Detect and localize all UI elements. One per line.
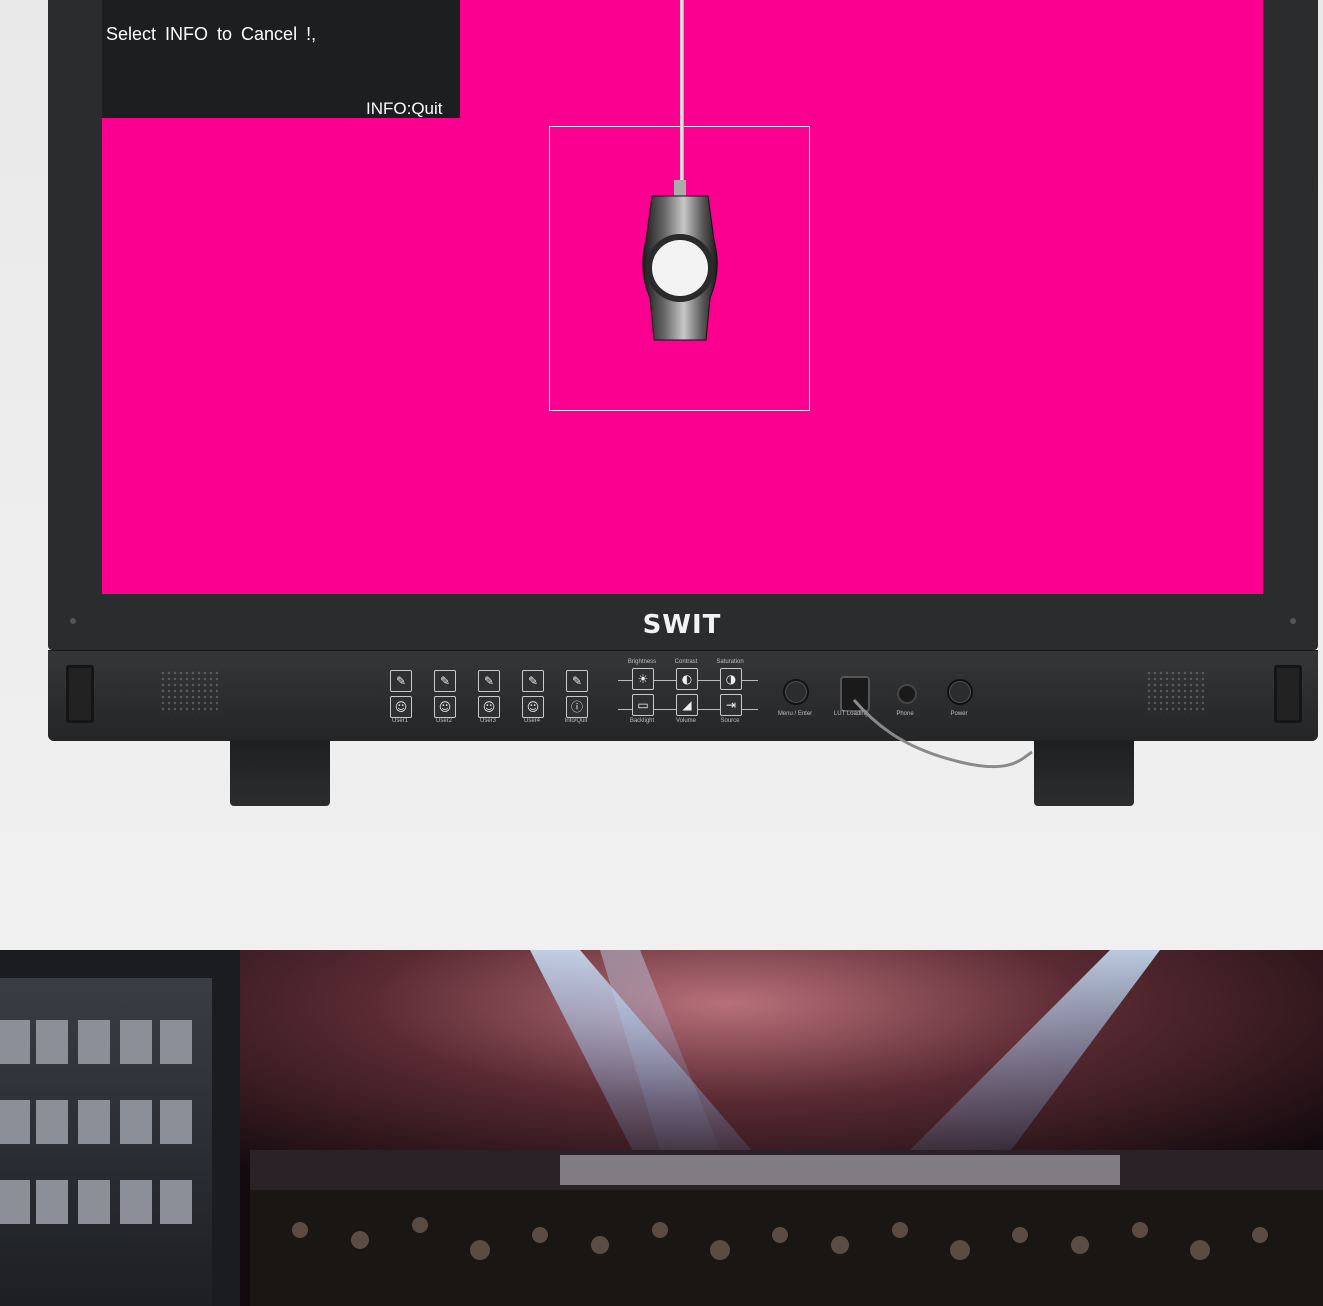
user3-edit-button[interactable]: ✎ — [478, 670, 500, 692]
usb-cable — [852, 699, 1033, 769]
backlight-button[interactable]: ▭ — [632, 694, 654, 716]
user4-edit-button[interactable]: ✎ — [522, 670, 544, 692]
menu-enter-label: Menu / Enter — [777, 711, 813, 717]
brightness-label: Brightness — [627, 659, 657, 665]
volume-button[interactable]: ◢ — [676, 694, 698, 716]
contrast-button[interactable]: ◐ — [676, 668, 698, 690]
user-button-group: ✎ ☺ User1 ✎ ☺ User2 ✎ ☺ User3 ✎ ☺ User4 … — [380, 668, 600, 728]
stand-foot-right — [1034, 740, 1134, 806]
probe-cable — [680, 0, 684, 190]
user4-button[interactable]: ☺ — [522, 696, 544, 718]
concert-scene-illustration — [0, 950, 1323, 1306]
brand-logo: SWIT — [642, 610, 722, 640]
saturation-button[interactable]: ◑ — [720, 668, 742, 690]
user3-label: User3 — [479, 718, 496, 724]
speaker-grille-right — [1146, 670, 1204, 714]
handle-left — [66, 665, 94, 723]
user2-button[interactable]: ☺ — [434, 696, 456, 718]
calibration-probe-icon — [642, 180, 718, 341]
bezel-screw-right — [1290, 618, 1296, 624]
bezel-screw-left — [70, 618, 76, 624]
user3-button[interactable]: ☺ — [478, 696, 500, 718]
user1-label: User1 — [391, 718, 408, 724]
backlight-label: Backlight — [629, 718, 655, 724]
user1-edit-button[interactable]: ✎ — [390, 670, 412, 692]
osd-quit-hint[interactable]: INFO:Quit — [366, 99, 443, 119]
source-button[interactable]: ⇥ — [720, 694, 742, 716]
user2-edit-button[interactable]: ✎ — [434, 670, 456, 692]
info-quit-button[interactable]: ⓘ — [566, 696, 588, 718]
osd-message: Select INFO to Cancel !, — [106, 24, 317, 44]
info-edit-button[interactable]: ✎ — [566, 670, 588, 692]
saturation-label: Saturation — [716, 659, 744, 665]
speaker-grille-left — [160, 670, 218, 714]
info-quit-label: Info/Quit — [564, 718, 588, 724]
menu-enter-knob[interactable] — [783, 679, 809, 705]
user1-button[interactable]: ☺ — [390, 696, 412, 718]
brightness-button[interactable]: ☀ — [632, 668, 654, 690]
handle-right — [1274, 665, 1302, 723]
contrast-label: Contrast — [674, 659, 698, 665]
volume-label: Volume — [675, 718, 696, 724]
source-label: Source — [720, 718, 740, 724]
user2-label: User2 — [435, 718, 452, 724]
adjust-button-group: Brightness Contrast Saturation ☀ ◐ ◑ ▭ ◢… — [612, 656, 762, 728]
stand-foot-left — [230, 740, 330, 806]
user4-label: User4 — [523, 718, 540, 724]
concert-photo — [0, 950, 1323, 1306]
